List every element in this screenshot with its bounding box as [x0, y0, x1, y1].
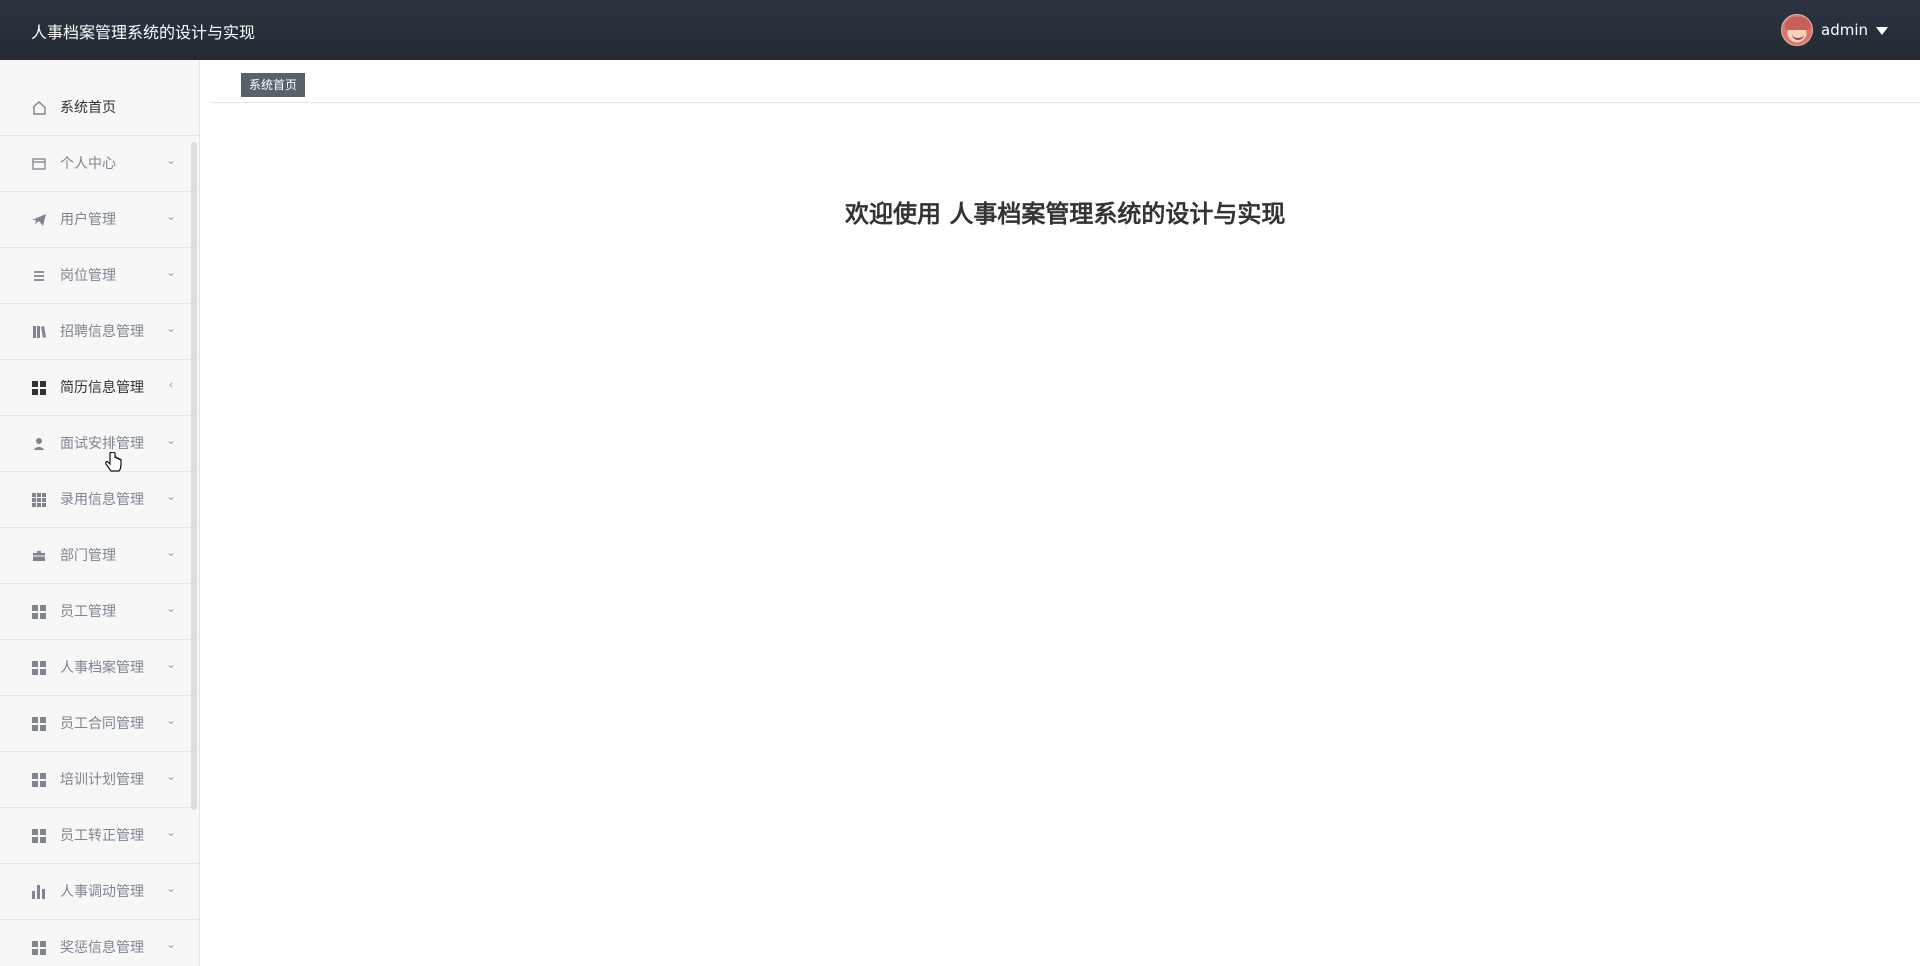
chevron-left-icon[interactable]: ‹	[164, 378, 178, 392]
chevron-down-icon[interactable]: ⌄	[164, 154, 178, 168]
sidebar-item-label: 培训计划管理	[60, 772, 144, 788]
sidebar-item-label: 人事调动管理	[60, 884, 144, 900]
main-content: 系统首页 欢迎使用 人事档案管理系统的设计与实现	[200, 60, 1920, 966]
sidebar-item-label: 员工合同管理	[60, 716, 144, 732]
chevron-down-icon[interactable]: ⌄	[164, 490, 178, 504]
sidebar-item-employee-regularization-management[interactable]: 员工转正管理 ⌄	[0, 808, 199, 864]
welcome-heading: 欢迎使用 人事档案管理系统的设计与实现	[845, 200, 1286, 228]
chevron-down-icon[interactable]: ⌄	[164, 658, 178, 672]
home-icon	[31, 100, 47, 116]
sidebar-item-system-home[interactable]: 系统首页	[0, 80, 199, 136]
sidebar-item-interview-schedule-management[interactable]: 面试安排管理 ⌄	[0, 416, 199, 472]
sidebar-item-hire-info-management[interactable]: 录用信息管理 ⌄	[0, 472, 199, 528]
chevron-down-icon[interactable]: ⌄	[164, 210, 178, 224]
sidebar-item-user-management[interactable]: 用户管理 ⌄	[0, 192, 199, 248]
avatar[interactable]	[1781, 14, 1813, 46]
sidebar-item-label: 奖惩信息管理	[60, 940, 144, 956]
username[interactable]: admin	[1821, 21, 1868, 39]
sidebar-item-label: 简历信息管理	[60, 380, 144, 396]
sidebar-item-label: 招聘信息管理	[60, 324, 144, 340]
grid-icon	[31, 828, 47, 844]
grid-nine-icon	[31, 492, 47, 508]
top-navigation-bar: 人事档案管理系统的设计与实现 admin	[0, 0, 1920, 60]
sidebar-item-label: 系统首页	[60, 100, 116, 116]
chevron-down-icon[interactable]: ⌄	[164, 546, 178, 560]
chevron-down-icon[interactable]: ⌄	[164, 322, 178, 336]
chevron-down-icon[interactable]: ⌄	[164, 938, 178, 952]
sidebar-item-department-management[interactable]: 部门管理 ⌄	[0, 528, 199, 584]
sidebar-item-label: 用户管理	[60, 212, 116, 228]
grid-icon	[31, 380, 47, 396]
sidebar-item-label: 员工管理	[60, 604, 116, 620]
sidebar-item-reward-punishment-management[interactable]: 奖惩信息管理 ⌄	[0, 920, 199, 966]
sidebar-item-employee-contract-management[interactable]: 员工合同管理 ⌄	[0, 696, 199, 752]
user-menu[interactable]: admin	[1781, 13, 1888, 47]
bar-chart-icon	[31, 884, 47, 900]
sidebar-item-resume-info-management[interactable]: 简历信息管理 ‹	[0, 360, 199, 416]
grid-icon	[31, 940, 47, 956]
sidebar-item-label: 部门管理	[60, 548, 116, 564]
chevron-down-icon[interactable]: ⌄	[164, 770, 178, 784]
sidebar-item-position-management[interactable]: 岗位管理 ⌄	[0, 248, 199, 304]
sidebar-item-recruitment-info-management[interactable]: 招聘信息管理 ⌄	[0, 304, 199, 360]
chevron-down-icon[interactable]: ⌄	[164, 266, 178, 280]
sidebar-item-personal-center[interactable]: 个人中心 ⌄	[0, 136, 199, 192]
chevron-down-icon[interactable]: ⌄	[164, 882, 178, 896]
chevron-down-icon[interactable]: ⌄	[164, 714, 178, 728]
grid-icon	[31, 772, 47, 788]
chevron-down-icon[interactable]: ⌄	[164, 826, 178, 840]
sidebar-item-label: 面试安排管理	[60, 436, 144, 452]
sidebar-item-training-plan-management[interactable]: 培训计划管理 ⌄	[0, 752, 199, 808]
sidebar-item-label: 录用信息管理	[60, 492, 144, 508]
chevron-down-icon[interactable]: ⌄	[164, 434, 178, 448]
sidebar-item-label: 人事档案管理	[60, 660, 144, 676]
tab-system-home[interactable]: 系统首页	[241, 73, 306, 97]
card-icon	[31, 156, 47, 172]
sidebar: 系统首页 个人中心 ⌄ 用户管理 ⌄ 岗位管理 ⌄ 招聘信息管理 ⌄ 简历信息管…	[0, 60, 200, 966]
sidebar-menu: 系统首页 个人中心 ⌄ 用户管理 ⌄ 岗位管理 ⌄ 招聘信息管理 ⌄ 简历信息管…	[0, 80, 199, 966]
chevron-down-icon[interactable]: ⌄	[164, 602, 178, 616]
caret-down-icon[interactable]	[1876, 27, 1888, 35]
list-icon	[31, 268, 47, 284]
sidebar-scrollbar[interactable]	[191, 142, 197, 810]
sidebar-item-employee-management[interactable]: 员工管理 ⌄	[0, 584, 199, 640]
grid-icon	[31, 716, 47, 732]
books-icon	[31, 324, 47, 340]
grid-icon	[31, 660, 47, 676]
send-icon	[31, 212, 47, 228]
sidebar-item-personnel-file-management[interactable]: 人事档案管理 ⌄	[0, 640, 199, 696]
app-title: 人事档案管理系统的设计与实现	[31, 23, 256, 42]
sidebar-item-label: 员工转正管理	[60, 828, 144, 844]
grid-icon	[31, 604, 47, 620]
briefcase-icon	[31, 548, 47, 564]
tab-bar: 系统首页	[210, 60, 1920, 103]
sidebar-item-label: 个人中心	[60, 156, 116, 172]
pointer-cursor-icon	[105, 452, 122, 472]
user-icon	[31, 436, 47, 452]
sidebar-item-personnel-transfer-management[interactable]: 人事调动管理 ⌄	[0, 864, 199, 920]
sidebar-item-label: 岗位管理	[60, 268, 116, 284]
